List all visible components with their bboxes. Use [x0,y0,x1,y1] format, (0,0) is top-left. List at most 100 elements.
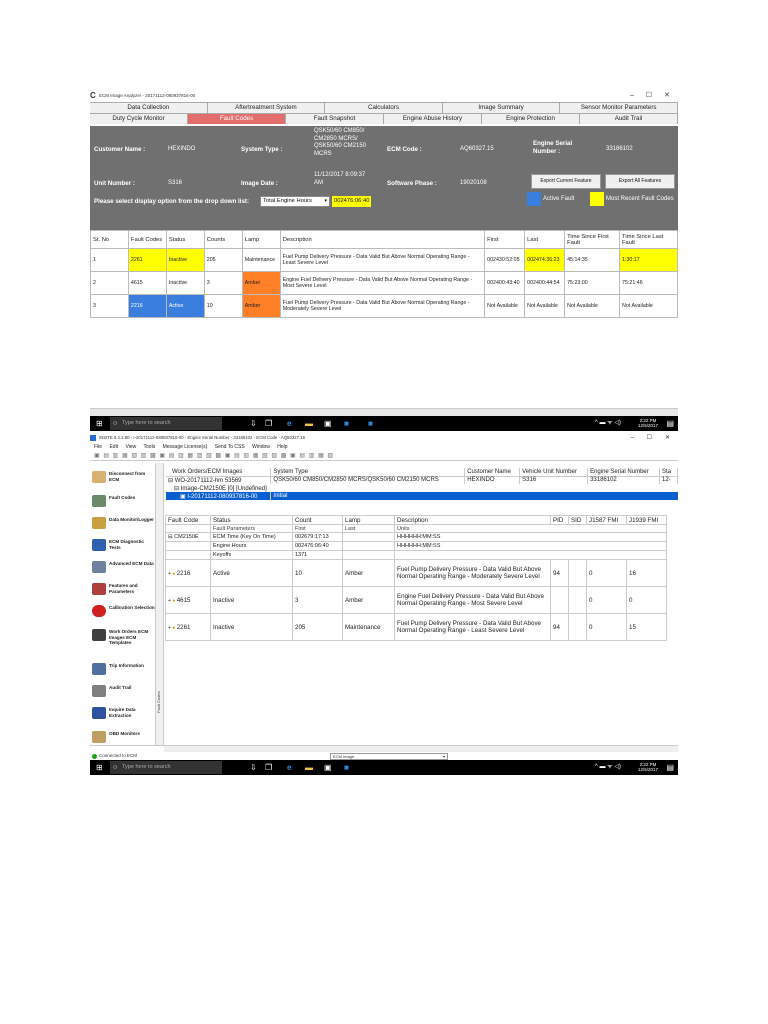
sidebar-item-calibration[interactable]: Calibration Selection [92,605,155,617]
col-status[interactable]: Status [165,230,205,249]
maximize-icon[interactable]: ☐ [646,90,652,102]
col-sid[interactable]: SID [568,515,587,525]
display-option-select[interactable]: Total Engine Hours ▾ [260,196,330,207]
menu-view[interactable]: View [125,444,136,450]
sidebar-item-work-orders[interactable]: Work Orders ECM Images ECM Templates [92,629,155,646]
col-last[interactable]: Last [524,230,566,249]
sidebar-item-audit-trail[interactable]: Audit Trail [92,685,131,697]
sidebar-item-data-monitor[interactable]: Data Monitor/Logger [92,517,154,529]
tray-icons[interactable]: ^ ▬ ᯤ ◁) [595,763,621,772]
col-j1587-fmi[interactable]: J1587 FMI [586,515,627,525]
col-lamp[interactable]: Lamp [342,515,395,525]
minimize-icon[interactable]: – [631,433,634,443]
fault-row[interactable]: + ● 2261 Inactive 205 Maintenance Fuel P… [165,613,667,641]
col-count[interactable]: Count [292,515,343,525]
col-counts[interactable]: Counts [203,230,243,249]
microphone-icon[interactable]: ⇩ [250,763,257,772]
windows-start-icon[interactable]: ⊞ [96,763,103,772]
menu-file[interactable]: File [94,444,102,450]
vertical-panel-tab[interactable]: Fault Codes [156,463,164,745]
image-row[interactable]: ⊟ Image-CM2150E [0] [Undefined] [166,484,678,492]
task-view-icon[interactable]: ❐ [265,419,272,428]
h-scrollbar[interactable] [164,746,678,752]
table-row[interactable]: 1 2261 Inactive 205 Maintenance Fuel Pum… [90,248,678,272]
system-clock[interactable]: 2:22 PM 12/5/2017 [638,762,658,772]
tray-icons[interactable]: ^ ▬ ᯤ ◁) [595,419,621,428]
notification-icon[interactable]: ▤ [666,763,674,772]
tab-engine-protection[interactable]: Engine Protection [482,114,580,124]
col-time-since-last[interactable]: Time Since Last Fault [619,230,678,249]
minimize-icon[interactable]: – [630,90,634,102]
sidebar-item-obd-monitors[interactable]: OBD Monitors [92,731,140,743]
tab-duty-cycle-monitor[interactable]: Duty Cycle Monitor [90,114,188,124]
system-clock[interactable]: 2:22 PM 12/5/2017 [638,418,658,428]
col-j1939-fmi[interactable]: J1939 FMI [626,515,667,525]
menu-send-to-css[interactable]: Send To CSS [215,444,245,450]
collapse-icon[interactable]: ⊟ [174,486,179,492]
file-explorer-icon[interactable]: ▬ [305,763,313,772]
menu-window[interactable]: Window [252,444,270,450]
menu-message-license[interactable]: Message License(s) [163,444,208,450]
tab-fault-snapshot[interactable]: Fault Snapshot [286,114,384,124]
close-icon[interactable]: ✕ [664,90,670,102]
col-st-no[interactable]: St. No [90,230,129,249]
sidebar-item-ecm-diagnostic-tests[interactable]: ECM Diagnostic Tests [92,539,155,551]
sidebar-item-features-parameters[interactable]: Features and Parameters [92,583,155,595]
app-icon[interactable]: ■ [368,419,373,428]
table-row[interactable]: 2 4615 Inactive 3 Amber Engine Fuel Deli… [90,271,678,295]
tab-aftertreatment-system[interactable]: Aftertreatment System [207,103,326,113]
tab-calculators[interactable]: Calculators [325,103,443,113]
col-fault-code[interactable]: Fault Code [165,515,211,525]
file-explorer-icon[interactable]: ▬ [305,419,313,428]
taskbar-search[interactable]: ○ Type here to search [110,761,222,774]
edge-icon[interactable]: e [287,419,291,428]
table-row[interactable]: 3 2216 Active 10 Amber Fuel Pump Deliver… [90,294,678,318]
menu-tools[interactable]: Tools [144,444,156,450]
param-row[interactable]: ⊟ CM2150E ECM Time (Key On Time) 002679:… [165,532,667,542]
menu-help[interactable]: Help [277,444,287,450]
selected-image-row[interactable]: ▣ I-20171112-080937816-00 Initial [166,492,678,500]
fault-row[interactable]: + ● 2216 Active 10 Amber Fuel Pump Deliv… [165,559,667,587]
work-order-row[interactable]: ⊟ WO-20171112-hm 53569 QSK50/60 CM850/CM… [166,476,678,484]
horizontal-scrollbar[interactable] [90,408,678,416]
taskbar-search[interactable]: ○ Type here to search [110,417,222,430]
col-status[interactable]: Status [210,515,293,525]
tab-audit-trail[interactable]: Audit Trail [580,114,678,124]
col-description[interactable]: Description [394,515,551,525]
maximize-icon[interactable]: ☐ [647,433,652,443]
col-pid[interactable]: PID [550,515,569,525]
close-icon[interactable]: ✕ [665,433,670,443]
col-fault-codes[interactable]: Fault Codes [127,230,167,249]
status-dropdown[interactable]: ECM Image ▾ [330,753,448,760]
export-current-feature-button[interactable]: Export Current Feature [531,174,601,189]
store-icon[interactable]: ▣ [324,763,332,772]
windows-start-icon[interactable]: ⊞ [96,419,103,428]
menu-edit[interactable]: Edit [109,444,118,450]
tab-data-collection[interactable]: Data Collection [90,103,208,113]
sidebar-item-trip-information[interactable]: Trip Information [92,663,144,675]
sidebar-item-inquire-data[interactable]: Inquire Data Extraction [92,707,155,719]
param-row[interactable]: Engine Hours 002476:06:40 HHHHHH:MM:SS [165,541,667,551]
tab-image-summary[interactable]: Image Summary [442,103,561,113]
app-icon[interactable]: ■ [344,763,349,772]
sidebar-item-fault-codes[interactable]: Fault Codes [92,495,135,507]
sidebar-item-disconnect[interactable]: Disconnect from ECM [92,471,155,483]
col-description[interactable]: Description [279,230,486,249]
store-icon[interactable]: ▣ [324,419,332,428]
microphone-icon[interactable]: ⇩ [250,419,257,428]
tab-fault-codes[interactable]: Fault Codes [188,114,286,124]
tab-sensor-monitor-parameters[interactable]: Sensor Monitor Parameters [560,103,678,113]
col-engine-serial-number[interactable]: Engine Serial Number [587,468,660,476]
col-vehicle-unit-number[interactable]: Vehicle Unit Number [519,468,589,476]
col-system-type[interactable]: System Type [270,468,466,476]
param-row[interactable]: Keyoffs 1371 [165,550,667,560]
task-view-icon[interactable]: ❐ [265,763,272,772]
col-sta[interactable]: Sta [659,468,678,476]
tab-engine-abuse-history[interactable]: Engine Abuse History [384,114,482,124]
col-work-orders[interactable]: Work Orders/ECM Images [166,468,272,476]
col-first[interactable]: First [484,230,526,249]
sidebar-item-advanced-ecm-data[interactable]: Advanced ECM Data [92,561,154,573]
notification-icon[interactable]: ▤ [666,419,674,428]
collapse-icon[interactable]: ⊟ [168,478,173,484]
col-lamp[interactable]: Lamp [241,230,281,249]
